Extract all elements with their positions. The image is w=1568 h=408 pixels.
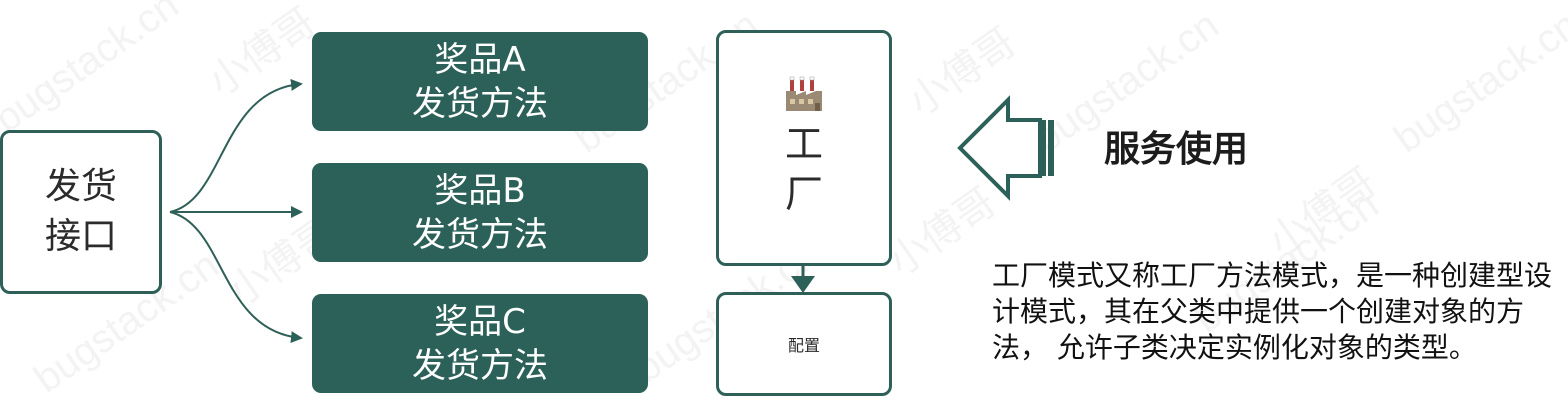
factory-icon xyxy=(786,76,822,111)
factory-line2: 厂 xyxy=(784,172,823,216)
send-interface-box: 发货 接口 xyxy=(0,130,162,294)
prize-a-box: 奖品A 发货方法 xyxy=(312,32,648,131)
prize-c-method: 发货方法 xyxy=(412,345,548,386)
prize-c-box: 奖品C 发货方法 xyxy=(312,294,648,393)
interface-line2: 接口 xyxy=(44,216,117,257)
config-label: 配置 xyxy=(787,336,820,355)
prize-a-method: 发货方法 xyxy=(412,83,548,124)
prize-b-method: 发货方法 xyxy=(412,214,548,255)
prize-b-box: 奖品B 发货方法 xyxy=(312,163,648,262)
factory-box: 工 厂 xyxy=(716,30,892,266)
arrow-left-icon xyxy=(957,95,1054,201)
interface-line1: 发货 xyxy=(44,166,117,207)
prize-b-title: 奖品B xyxy=(434,170,526,211)
pattern-description: 工厂模式又称工厂方法模式，是一种创建型设计模式，其在父类中提供一个创建对象的方法… xyxy=(992,259,1553,364)
config-box: 配置 xyxy=(716,292,892,396)
factory-line1: 工 xyxy=(784,122,823,166)
connector-to-prize-a xyxy=(169,78,303,213)
prize-c-title: 奖品C xyxy=(434,301,526,342)
prize-a-title: 奖品A xyxy=(434,39,526,80)
service-usage-label: 服务使用 xyxy=(1104,129,1249,170)
arrow-down-head xyxy=(791,276,815,293)
connector-to-prize-c xyxy=(169,211,303,344)
